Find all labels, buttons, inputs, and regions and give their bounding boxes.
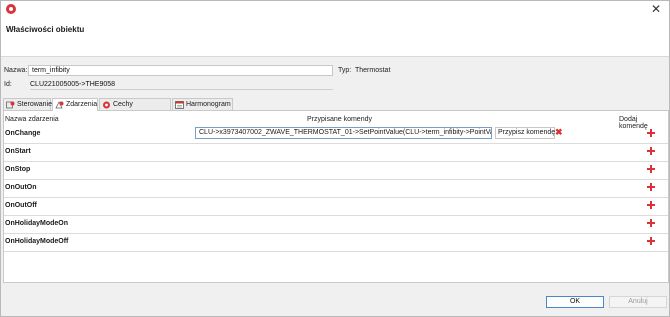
- event-row-onholidaymodeon: OnHolidayModeOn: [4, 216, 668, 234]
- add-command-icon[interactable]: [646, 236, 656, 246]
- event-row-onstop: OnStop: [4, 162, 668, 180]
- ok-button[interactable]: OK: [546, 296, 604, 308]
- add-command-icon[interactable]: [646, 128, 656, 138]
- event-row-onstart: OnStart: [4, 144, 668, 162]
- events-panel: Nazwa zdarzenia Przypisane komendy Dodaj…: [3, 110, 669, 283]
- assigned-command-field[interactable]: CLU->x3973407002_ZWAVE_THERMOSTAT_01->Se…: [195, 127, 492, 139]
- add-command-icon[interactable]: [646, 164, 656, 174]
- title-bar: ✕: [1, 1, 669, 18]
- column-header-assigned-commands: Przypisane komendy: [307, 116, 372, 123]
- event-row-onouton: OnOutOn: [4, 180, 668, 198]
- event-row-onchange: OnChange CLU->x3973407002_ZWAVE_THERMOST…: [4, 126, 668, 144]
- event-name: OnOutOn: [5, 184, 37, 191]
- event-name: OnOutOff: [5, 202, 37, 209]
- event-name: OnHolidayModeOff: [5, 238, 69, 245]
- tab-harmonogram[interactable]: Harmonogram: [172, 98, 233, 110]
- id-value: CLU221005005->THE9058: [30, 80, 333, 90]
- control-icon: [6, 101, 15, 109]
- cancel-button[interactable]: Anuluj: [609, 296, 667, 308]
- features-icon: [103, 101, 110, 109]
- add-command-icon[interactable]: [646, 146, 656, 156]
- event-name: OnStart: [5, 148, 31, 155]
- tab-label: Zdarzenia: [66, 101, 98, 108]
- tab-zdarzenia[interactable]: Zdarzenia: [52, 98, 98, 111]
- events-icon: [55, 101, 64, 109]
- tab-label: Harmonogram: [186, 101, 231, 108]
- dialog-title: Właściwości obiektu: [6, 25, 85, 34]
- app-logo-icon: [6, 4, 16, 14]
- event-row-onholidaymodeoff: OnHolidayModeOff: [4, 234, 668, 252]
- type-value: Thermostat: [355, 67, 391, 74]
- name-field[interactable]: term_infibity: [28, 65, 333, 76]
- add-command-icon[interactable]: [646, 200, 656, 210]
- name-label: Nazwa:: [4, 67, 28, 74]
- calendar-icon: [175, 101, 184, 109]
- type-label: Typ:: [338, 67, 352, 74]
- event-name: OnHolidayModeOn: [5, 220, 68, 227]
- event-row-onoutoff: OnOutOff: [4, 198, 668, 216]
- event-name: OnStop: [5, 166, 31, 173]
- column-header-event-name: Nazwa zdarzenia: [5, 116, 59, 123]
- dialog-header: Właściwości obiektu: [1, 18, 669, 57]
- event-name: OnChange: [5, 130, 41, 137]
- object-properties-dialog: ✕ Właściwości obiektu Nazwa: term_infibi…: [0, 0, 670, 317]
- add-command-icon[interactable]: [646, 182, 656, 192]
- tab-label: Sterowanie: [17, 101, 53, 108]
- add-command-icon[interactable]: [646, 218, 656, 228]
- id-label: Id:: [4, 81, 12, 88]
- tab-sterowanie[interactable]: Sterowanie: [3, 98, 53, 110]
- assign-command-button[interactable]: Przypisz komendę: [495, 127, 555, 139]
- tab-cechy-wbudowane[interactable]: Cechy wbudowane: [99, 98, 171, 119]
- delete-command-icon[interactable]: ✖: [555, 127, 563, 137]
- close-icon[interactable]: ✕: [650, 2, 662, 16]
